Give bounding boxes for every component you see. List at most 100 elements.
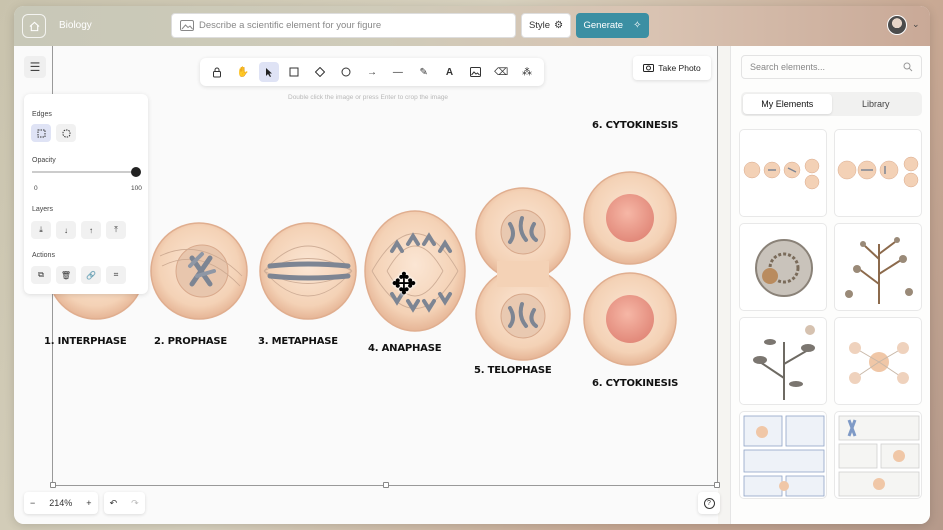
- tab-library[interactable]: Library: [832, 94, 921, 114]
- avatar[interactable]: [887, 15, 907, 35]
- crop-icon: ⌗: [113, 270, 119, 279]
- link-icon: 🔗: [86, 270, 96, 280]
- chevron-down-icon[interactable]: ⌄: [912, 19, 920, 30]
- crop-button[interactable]: ⌗: [106, 266, 126, 284]
- drawing-toolbar: ✋ → — ✎ A ⌫ ⁂: [200, 58, 544, 86]
- help-button[interactable]: ?: [698, 492, 720, 514]
- pointer-icon[interactable]: [258, 62, 279, 82]
- stage-label: 4. ANAPHASE: [368, 343, 442, 354]
- stage-label: 3. METAPHASE: [258, 336, 338, 347]
- zoom-controls: − 214% +: [24, 492, 98, 514]
- undo-button[interactable]: ↶: [110, 498, 118, 509]
- prompt-input[interactable]: Describe a scientific element for your f…: [171, 13, 516, 38]
- move-cursor-icon: ✥: [391, 267, 417, 301]
- stage-label: 1. INTERPHASE: [44, 336, 127, 347]
- rectangle-icon[interactable]: [284, 62, 304, 82]
- actions-label: Actions: [32, 252, 55, 259]
- elements-sidebar: Search elements... My Elements Library: [730, 46, 930, 524]
- round-corner-icon: [62, 129, 70, 137]
- prompt-placeholder: Describe a scientific element for your f…: [199, 20, 382, 31]
- style-button[interactable]: Style ⚙: [521, 13, 571, 38]
- send-to-back-button[interactable]: ⤓: [31, 221, 51, 239]
- canvas[interactable]: ☰ ✋ → — ✎ A ⌫ ⁂ Double click the image o…: [14, 46, 720, 524]
- camera-icon: [643, 63, 655, 74]
- arrow-icon[interactable]: →: [362, 62, 382, 82]
- element-thumbnail[interactable]: [834, 411, 922, 499]
- arrow-up-icon: ↑: [89, 225, 93, 235]
- zoom-out-button[interactable]: −: [30, 498, 35, 508]
- take-photo-button[interactable]: Take Photo: [633, 56, 711, 80]
- opacity-min: 0: [34, 185, 38, 192]
- crop-hint: Double click the image or press Enter to…: [288, 94, 449, 101]
- style-label: Style: [528, 20, 551, 31]
- element-thumbnail[interactable]: [834, 317, 922, 405]
- history-controls: ↶ ↷: [103, 492, 145, 514]
- text-icon[interactable]: A: [440, 62, 460, 82]
- cell-cytokinesis: [583, 171, 677, 366]
- lock-icon[interactable]: [207, 62, 227, 82]
- take-photo-label: Take Photo: [658, 63, 701, 73]
- generate-button[interactable]: Generate ✧: [576, 13, 649, 38]
- element-thumbnail[interactable]: [739, 223, 827, 311]
- bottom-controls: − 214% + ↶ ↷: [24, 492, 145, 514]
- copy-icon: ⧉: [38, 270, 44, 279]
- image-icon[interactable]: [465, 62, 485, 82]
- stage-label-top: 6. CYTOKINESIS: [592, 120, 679, 131]
- opacity-slider-track[interactable]: [32, 171, 136, 173]
- opacity-max: 100: [131, 185, 142, 192]
- round-edges-button[interactable]: [56, 124, 76, 142]
- link-button[interactable]: 🔗: [81, 266, 101, 284]
- magic-wand-icon: ✧: [633, 20, 642, 31]
- tab-my-elements[interactable]: My Elements: [743, 94, 832, 114]
- gear-icon: ⚙: [554, 20, 564, 31]
- circle-icon[interactable]: [336, 62, 356, 82]
- generate-label: Generate: [583, 20, 624, 31]
- sharp-edges-button[interactable]: [31, 124, 51, 142]
- bring-forward-button[interactable]: ↑: [81, 221, 101, 239]
- delete-button[interactable]: 🗑: [56, 266, 76, 284]
- image-prompt-icon: [180, 20, 194, 31]
- resize-handle[interactable]: [50, 482, 56, 488]
- cell-prophase: [150, 222, 248, 320]
- search-input[interactable]: Search elements...: [741, 55, 922, 79]
- arrow-down-icon: ↓: [64, 225, 68, 235]
- send-backward-button[interactable]: ↓: [56, 221, 76, 239]
- resize-handle[interactable]: [383, 482, 389, 488]
- properties-panel: Edges Opacity 0 100 Layers ⤓ ↓ ↑ ⤒ Actio…: [24, 94, 148, 294]
- pencil-icon[interactable]: ✎: [414, 62, 434, 82]
- cell-metaphase: [259, 222, 357, 320]
- help-icon: ?: [703, 497, 715, 509]
- element-thumbnail[interactable]: [834, 223, 922, 311]
- eraser-icon[interactable]: ⌫: [491, 62, 511, 82]
- element-thumbnail[interactable]: [834, 129, 922, 217]
- menu-button[interactable]: ☰: [24, 56, 46, 78]
- stage-label: 6. CYTOKINESIS: [592, 378, 679, 389]
- line-icon[interactable]: —: [388, 62, 408, 82]
- layers-label: Layers: [32, 206, 54, 213]
- opacity-label: Opacity: [32, 157, 56, 164]
- home-button[interactable]: [22, 14, 46, 38]
- duplicate-button[interactable]: ⧉: [31, 266, 51, 284]
- home-icon: [29, 21, 39, 31]
- send-to-back-icon: ⤓: [39, 225, 43, 234]
- edges-label: Edges: [32, 111, 52, 118]
- hand-icon[interactable]: ✋: [233, 62, 253, 82]
- zoom-in-button[interactable]: +: [86, 498, 91, 508]
- element-thumbnail[interactable]: [739, 317, 827, 405]
- diamond-icon[interactable]: [310, 62, 330, 82]
- bring-to-front-button[interactable]: ⤒: [106, 221, 126, 239]
- element-thumbnail[interactable]: [739, 411, 827, 499]
- top-bar: Biology Describe a scientific element fo…: [14, 6, 930, 46]
- opacity-slider-thumb[interactable]: [131, 167, 141, 177]
- search-placeholder: Search elements...: [750, 62, 826, 72]
- project-title[interactable]: Biology: [59, 20, 92, 31]
- sidebar-tabs: My Elements Library: [741, 92, 922, 116]
- app-window: Biology Describe a scientific element fo…: [14, 6, 930, 524]
- redo-button[interactable]: ↷: [131, 498, 139, 509]
- trash-icon: 🗑: [60, 270, 72, 280]
- bring-to-front-icon: ⤒: [114, 225, 118, 234]
- zoom-level[interactable]: 214%: [49, 498, 72, 508]
- more-shapes-icon[interactable]: ⁂: [517, 62, 537, 82]
- element-thumbnail[interactable]: [739, 129, 827, 217]
- resize-handle[interactable]: [714, 482, 720, 488]
